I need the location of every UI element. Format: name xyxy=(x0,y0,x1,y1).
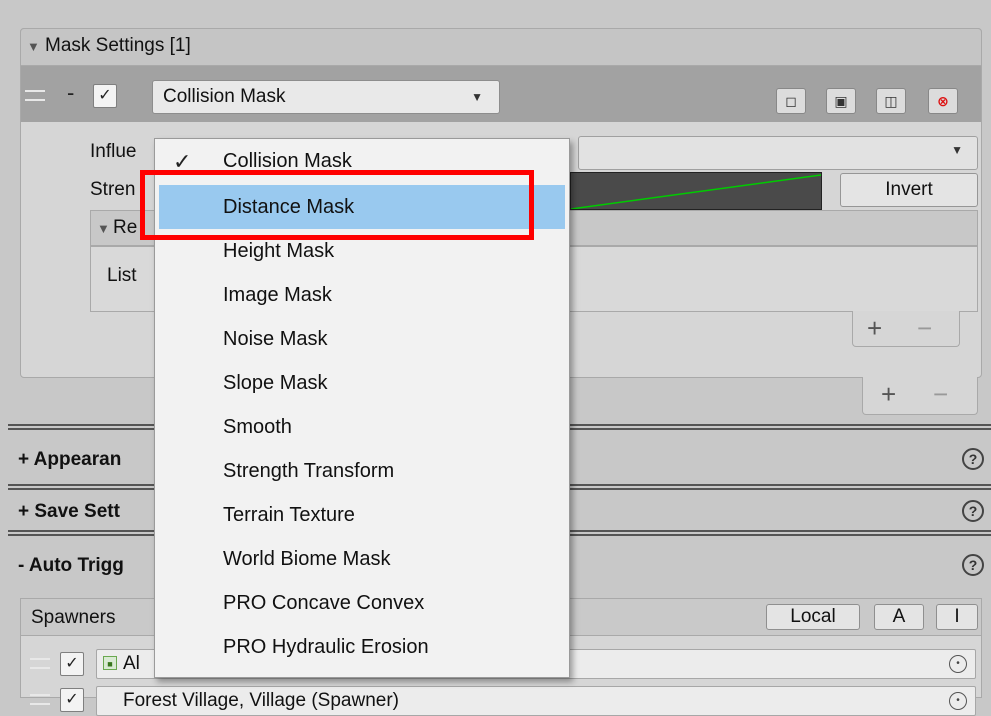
foldout-arrow-icon[interactable]: ▼ xyxy=(97,221,110,236)
outer-add-remove: + − xyxy=(862,377,978,415)
spawner-name: Al xyxy=(123,653,140,674)
mask-settings-title: Mask Settings [1] xyxy=(45,35,191,56)
help-icon[interactable]: ? xyxy=(962,554,984,576)
spawners-title: Spawners xyxy=(31,607,116,628)
spawner-object-field[interactable]: Forest Village, Village (Spawner) • xyxy=(96,686,976,716)
strength-curve-field[interactable] xyxy=(570,172,822,210)
influence-label: Influe xyxy=(90,141,137,162)
spawner-enabled-checkbox[interactable]: ✓ xyxy=(60,688,84,712)
auto-trigger-section-title: - Auto Trigg xyxy=(18,555,124,576)
save-settings-section-title: + Save Sett xyxy=(18,501,120,522)
curve-line xyxy=(571,174,821,209)
copy-icon[interactable]: ◻ xyxy=(776,88,806,114)
inner-add-remove: + − xyxy=(852,311,960,347)
help-icon[interactable]: ? xyxy=(962,500,984,522)
delete-icon[interactable]: ⊗ xyxy=(928,88,958,114)
help-icon[interactable]: ? xyxy=(962,448,984,470)
spawner-enabled-checkbox[interactable]: ✓ xyxy=(60,652,84,676)
appearance-section-title: + Appearan xyxy=(18,449,122,470)
annotation-highlight-box xyxy=(140,170,534,240)
paste-icon[interactable]: ▣ xyxy=(826,88,856,114)
menu-item-smooth[interactable]: Smooth xyxy=(155,405,569,449)
inner-remove-button[interactable]: − xyxy=(917,313,932,344)
object-picker-icon[interactable]: • xyxy=(949,692,967,710)
inner-add-button[interactable]: + xyxy=(867,313,882,344)
mask-type-dropdown[interactable]: Collision Mask ▼ xyxy=(152,80,500,114)
drag-handle-icon[interactable] xyxy=(25,90,45,101)
a-button[interactable]: A xyxy=(874,604,924,630)
menu-item-pro-hydraulic-erosion[interactable]: PRO Hydraulic Erosion xyxy=(155,625,569,669)
spawner-name: Forest Village, Village (Spawner) xyxy=(123,690,399,711)
drag-handle-icon[interactable] xyxy=(30,694,50,705)
duplicate-icon[interactable]: ◫ xyxy=(876,88,906,114)
drag-handle-icon[interactable] xyxy=(30,658,50,669)
outer-add-button[interactable]: + xyxy=(881,379,896,410)
foldout-arrow-icon[interactable]: ▼ xyxy=(27,39,40,54)
dropdown-arrow-icon: ▼ xyxy=(471,90,483,104)
menu-item-pro-concave-convex[interactable]: PRO Concave Convex xyxy=(155,581,569,625)
mask-enabled-checkbox[interactable]: ✓ xyxy=(93,84,117,108)
nested-list-title: Re xyxy=(113,217,138,238)
spawner-asset-icon: ■ xyxy=(103,656,117,670)
object-picker-icon[interactable]: • xyxy=(949,655,967,673)
outer-remove-button[interactable]: − xyxy=(933,379,948,410)
collapse-toggle[interactable]: - xyxy=(67,80,74,106)
menu-item-strength-transform[interactable]: Strength Transform xyxy=(155,449,569,493)
i-button[interactable]: I xyxy=(936,604,978,630)
dropdown-arrow-icon: ▼ xyxy=(951,143,963,157)
strength-label: Stren xyxy=(90,179,136,200)
invert-button[interactable]: Invert xyxy=(840,173,978,207)
list-empty-label: List xyxy=(107,265,137,286)
mask-settings-header[interactable]: ▼ Mask Settings [1] xyxy=(20,28,982,66)
menu-item-slope-mask[interactable]: Slope Mask xyxy=(155,361,569,405)
menu-item-world-biome-mask[interactable]: World Biome Mask xyxy=(155,537,569,581)
mask-type-value: Collision Mask xyxy=(163,86,286,107)
menu-item-image-mask[interactable]: Image Mask xyxy=(155,273,569,317)
menu-item-noise-mask[interactable]: Noise Mask xyxy=(155,317,569,361)
influence-dropdown[interactable]: ▼ xyxy=(578,136,978,170)
menu-item-terrain-texture[interactable]: Terrain Texture xyxy=(155,493,569,537)
local-button[interactable]: Local xyxy=(766,604,860,630)
